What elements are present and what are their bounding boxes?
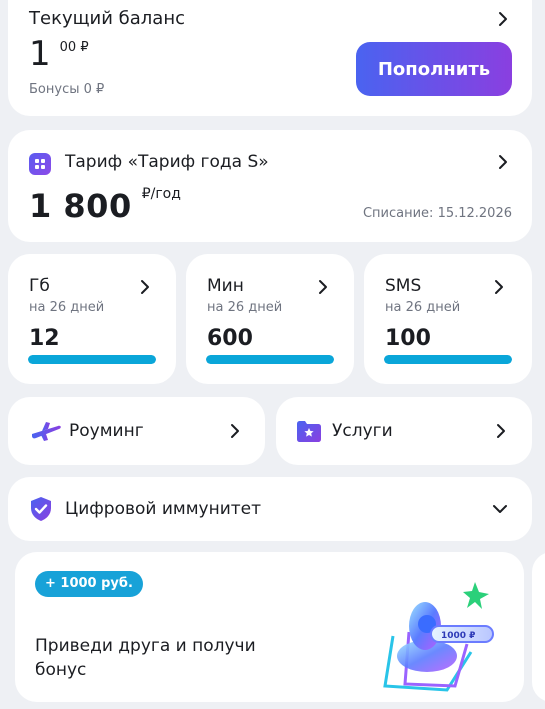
counter-progress-bar bbox=[206, 355, 334, 364]
topup-button[interactable]: Пополнить bbox=[356, 42, 512, 96]
counter-value: 100 bbox=[385, 326, 431, 351]
chevron-down-icon[interactable] bbox=[491, 500, 509, 518]
counter-period: на 26 дней bbox=[29, 300, 105, 315]
star-folder-icon bbox=[296, 419, 322, 447]
referral-promo-card[interactable]: + 1000 руб. Приведи друга и получи бонус… bbox=[15, 552, 524, 702]
chevron-right-icon[interactable] bbox=[136, 278, 154, 296]
roaming-label: Роуминг bbox=[69, 421, 144, 441]
tariff-card[interactable]: Тариф «Тариф года S» 1 800 ₽/год Списани… bbox=[8, 130, 532, 242]
chevron-right-icon[interactable] bbox=[494, 10, 512, 28]
chevron-right-icon[interactable] bbox=[314, 278, 332, 296]
roaming-card[interactable]: Роуминг bbox=[8, 397, 265, 465]
bonus-balance: Бонусы 0 ₽ bbox=[29, 82, 105, 97]
chevron-right-icon[interactable] bbox=[492, 422, 510, 440]
counter-progress-fill bbox=[28, 355, 156, 364]
promo-badge: + 1000 руб. bbox=[35, 571, 143, 597]
counter-progress-bar bbox=[28, 355, 156, 364]
services-label: Услуги bbox=[332, 421, 393, 441]
balance-card[interactable]: Текущий баланс 1 00 ₽ Бонусы 0 ₽ Пополни… bbox=[8, 0, 532, 116]
tariff-price: 1 800 ₽/год bbox=[29, 184, 181, 228]
counter-period: на 26 дней bbox=[207, 300, 283, 315]
balance-title: Текущий баланс bbox=[29, 8, 185, 29]
referral-illustration-icon: 1000 ₽ bbox=[375, 574, 505, 694]
shield-check-icon bbox=[30, 496, 52, 526]
chevron-right-icon[interactable] bbox=[226, 422, 244, 440]
counter-title: Мин bbox=[207, 276, 244, 296]
chevron-right-icon[interactable] bbox=[494, 153, 512, 171]
digital-immunity-label: Цифровой иммунитет bbox=[65, 499, 262, 519]
counter-card-min[interactable]: Мин на 26 дней 600 bbox=[186, 254, 354, 384]
charge-date: Списание: 15.12.2026 bbox=[362, 206, 512, 221]
counter-progress-fill bbox=[384, 355, 512, 364]
tariff-grid-icon bbox=[29, 153, 51, 175]
promo-art-label: 1000 ₽ bbox=[441, 631, 475, 641]
counter-value: 12 bbox=[29, 326, 60, 351]
counter-card-gb[interactable]: Гб на 26 дней 12 bbox=[8, 254, 176, 384]
promo-text: Приведи друга и получи бонус bbox=[35, 636, 256, 680]
tariff-name: Тариф «Тариф года S» bbox=[65, 152, 269, 172]
balance-amount-int: 1 bbox=[29, 34, 51, 74]
counter-title: Гб bbox=[29, 276, 50, 296]
counter-progress-fill bbox=[206, 355, 334, 364]
counter-title: SMS bbox=[385, 276, 422, 296]
balance-amount-frac: 00 ₽ bbox=[59, 40, 89, 55]
services-card[interactable]: Услуги bbox=[276, 397, 532, 465]
tariff-price-unit: ₽/год bbox=[141, 186, 181, 202]
counter-value: 600 bbox=[207, 326, 253, 351]
chevron-right-icon[interactable] bbox=[490, 278, 508, 296]
next-promo-card[interactable] bbox=[532, 552, 545, 702]
counter-card-sms[interactable]: SMS на 26 дней 100 bbox=[364, 254, 532, 384]
tariff-price-value: 1 800 bbox=[29, 187, 132, 225]
counter-progress-bar bbox=[384, 355, 512, 364]
digital-immunity-card[interactable]: Цифровой иммунитет bbox=[8, 477, 532, 541]
counter-period: на 26 дней bbox=[385, 300, 461, 315]
airplane-icon bbox=[30, 419, 62, 447]
balance-amount: 1 00 ₽ bbox=[29, 32, 89, 76]
